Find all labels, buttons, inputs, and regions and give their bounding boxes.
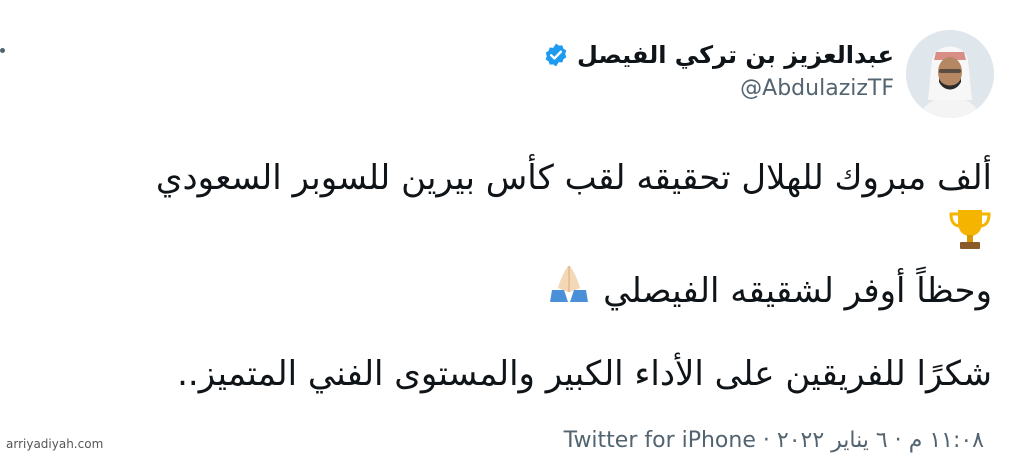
meta-separator-1: · [887,428,902,453]
tweet-line-2: وحظاً أوفر لشقيقه الفيصلي [603,271,992,311]
tweet-date[interactable]: ٦ يناير ٢٠٢٢ [777,428,888,453]
tweet-line-2-row: وحظاً أوفر لشقيقه الفيصلي [0,262,992,318]
tweet-source[interactable]: Twitter for iPhone [564,428,756,453]
site-watermark: arriyadiyah.com [6,437,104,451]
folded-hands-icon [546,262,592,323]
meta-separator-2: · [755,428,770,453]
tweet-text: ألف مبروك للهلال تحقيقه لقب كأس بيرين لل… [0,150,992,402]
author-handle[interactable]: @AbdulazizTF [543,76,894,101]
tweet-line-1-emoji-row [0,206,992,262]
tweet-author: عبدالعزيز بن تركي الفيصل @AbdulazizTF [543,38,894,101]
more-options-icon[interactable] [0,48,5,53]
tweet-line-3: شكرًا للفريقين على الأداء الكبير والمستو… [177,354,992,394]
tweet-line-1: ألف مبروك للهلال تحقيقه لقب كأس بيرين لل… [155,158,992,198]
tweet-card: عبدالعزيز بن تركي الفيصل @AbdulazizTF أل… [0,0,1024,454]
avatar[interactable] [906,30,994,118]
author-display-name[interactable]: عبدالعزيز بن تركي الفيصل [577,41,894,69]
trophy-icon [948,206,992,269]
verified-badge-icon [543,42,569,68]
tweet-time[interactable]: ١١:٠٨ م [909,428,984,453]
